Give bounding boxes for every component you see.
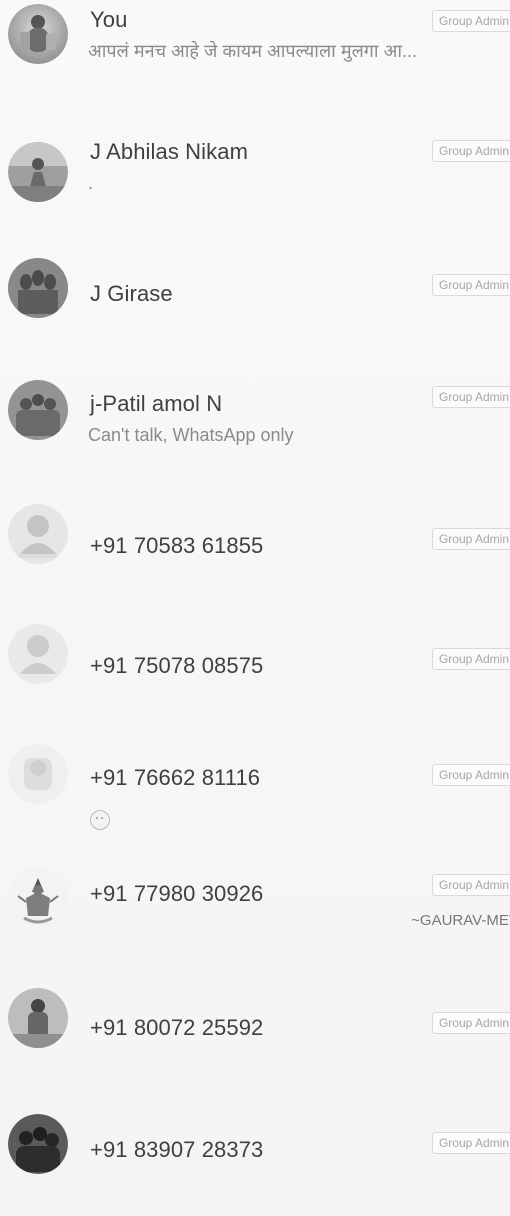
participant-name: J Girase	[90, 281, 173, 306]
group-admin-badge: Group Admin	[431, 1132, 510, 1154]
group-photo-icon	[8, 380, 68, 440]
participant-name: +91 75078 08575	[90, 653, 264, 678]
participant-name: +91 83907 28373	[90, 1137, 264, 1162]
group-admin-badge: Group Admin	[431, 648, 510, 670]
person-photo-icon	[8, 988, 68, 1048]
group-admin-badge: Group Admin	[431, 874, 510, 896]
participant-name: j-Patil amol N	[90, 391, 223, 416]
group-admin-badge: Group Admin	[431, 764, 510, 786]
group-photo-icon	[8, 258, 68, 318]
participant-row[interactable]: +91 83907 28373 Group Admin	[0, 1102, 510, 1216]
participant-pushname: ~GAURAV-MET	[411, 912, 510, 929]
participant-row[interactable]: J Girase Group Admin	[0, 248, 510, 368]
participant-status: आपलं मनच आहे जे कायम आपल्याला मुलगा आ...	[88, 41, 417, 61]
participant-status: Can't talk, WhatsApp only	[88, 425, 294, 445]
person-photo-icon	[8, 4, 68, 64]
participant-row[interactable]: +91 80072 25592 Group Admin	[0, 980, 510, 1100]
group-admin-badge: Group Admin	[431, 386, 510, 408]
participants-list: You आपलं मनच आहे जे कायम आपल्याला मुलगा …	[0, 0, 510, 1216]
default-avatar-icon	[8, 504, 68, 564]
group-admin-badge: Group Admin	[431, 1012, 510, 1034]
participant-name: +91 80072 25592	[90, 1015, 264, 1040]
participant-name: J Abhilas Nikam	[90, 139, 249, 164]
participant-status: .	[88, 173, 94, 193]
participant-name: You	[90, 7, 128, 32]
participant-name: +91 76662 81116	[90, 765, 261, 790]
participant-row[interactable]: +91 75078 08575 Group Admin	[0, 614, 510, 734]
group-admin-badge: Group Admin	[431, 528, 510, 550]
default-avatar-icon	[8, 744, 68, 804]
participant-name: +91 70583 61855	[90, 533, 264, 558]
deity-illustration-icon	[8, 868, 68, 928]
participant-row[interactable]: +91 76662 81116 Group Admin	[0, 734, 510, 854]
group-admin-badge: Group Admin	[431, 140, 510, 162]
person-photo-icon	[8, 142, 68, 202]
participant-row[interactable]: +91 77980 30926 Group Admin ~GAURAV-MET	[0, 858, 510, 978]
participant-row[interactable]: You आपलं मनच आहे जे कायम आपल्याला मुलगा …	[0, 0, 510, 120]
participant-row[interactable]: J Abhilas Nikam . Group Admin	[0, 120, 510, 240]
group-photo-icon	[8, 1114, 68, 1174]
participant-name: +91 77980 30926	[90, 881, 264, 906]
group-admin-badge: Group Admin	[431, 10, 510, 32]
participant-row[interactable]: j-Patil amol N Can't talk, WhatsApp only…	[0, 370, 510, 490]
default-avatar-icon	[8, 624, 68, 684]
group-admin-badge: Group Admin	[431, 274, 510, 296]
smile-emoji-icon	[90, 810, 110, 830]
participant-row[interactable]: +91 70583 61855 Group Admin	[0, 494, 510, 614]
